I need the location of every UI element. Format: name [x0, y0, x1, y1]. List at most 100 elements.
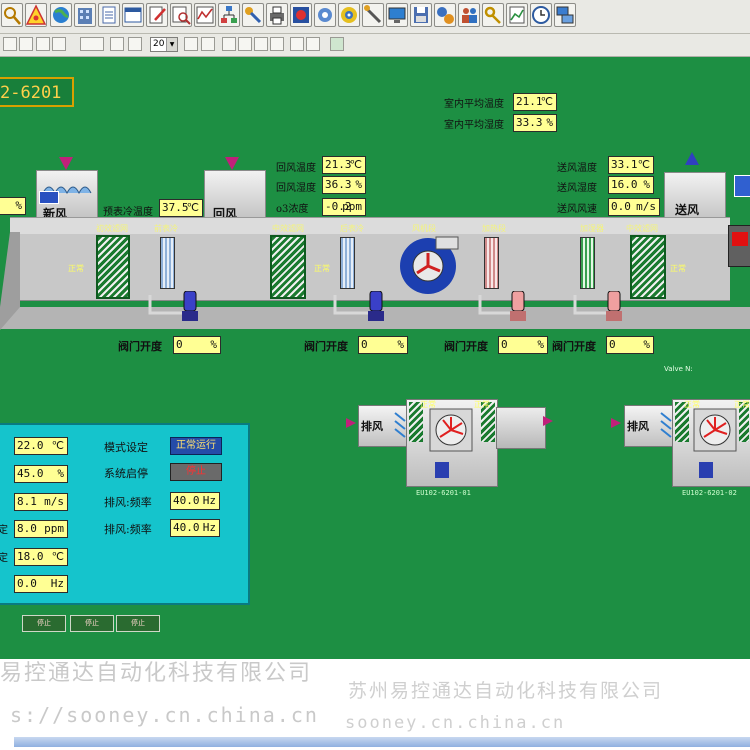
o3-value: -0.2 ppm	[322, 198, 366, 216]
supply-hum-label: 送风湿度	[557, 183, 597, 194]
print-icon[interactable]	[266, 3, 288, 27]
setpoint-value[interactable]: 18.0 ℃	[14, 548, 68, 566]
stop-button-2[interactable]: 停止	[70, 615, 114, 632]
mode-select[interactable]: 正常运行	[170, 437, 222, 455]
network-icon[interactable]	[218, 3, 240, 27]
stop-sign-icon[interactable]	[290, 3, 312, 27]
zoom-select[interactable]: 20 ▼	[150, 37, 178, 52]
wrench-link-icon[interactable]	[362, 3, 384, 27]
room-avg-hum-value: 33.3%	[513, 114, 557, 132]
blank-field[interactable]	[80, 37, 104, 51]
setpoint-value[interactable]: 45.0%	[14, 465, 68, 483]
zoom-report-icon[interactable]	[170, 3, 192, 27]
o3-label: o3浓度	[276, 204, 309, 215]
exhaust-freq-value[interactable]: 40.0 Hz	[170, 492, 220, 510]
setpoint-value[interactable]: 8.1 m/s	[14, 493, 68, 511]
system-start-stop-label: 系统启停	[104, 467, 148, 480]
building-icon[interactable]	[74, 3, 96, 27]
globe-icon[interactable]	[50, 3, 72, 27]
post-cooling-coil	[340, 237, 355, 289]
arrow-right-icon[interactable]	[52, 37, 66, 51]
search-icon[interactable]	[1, 3, 23, 27]
save-report-icon[interactable]	[410, 3, 432, 27]
damper-actuator	[39, 191, 59, 204]
window-icon[interactable]	[122, 3, 144, 27]
setpoint-value[interactable]: 22.0 ℃	[14, 437, 68, 455]
tools-icon[interactable]	[242, 3, 264, 27]
segment-label: 加湿器	[580, 224, 604, 233]
monitor-icon[interactable]	[386, 3, 408, 27]
medium-filter-2	[630, 235, 666, 299]
status-normal: 正常	[670, 264, 686, 273]
fresh-air-down-arrow-icon	[59, 157, 73, 170]
exhaust-unit-id: EU102-6201-01	[416, 489, 471, 497]
cropped-label: 定	[0, 525, 8, 536]
stop-button-3[interactable]: 停止	[116, 615, 160, 632]
segment-label: 中效滤网	[626, 224, 658, 233]
valve-actuator-icon	[182, 291, 198, 321]
disc-icon[interactable]	[338, 3, 360, 27]
arrow-left-icon[interactable]	[36, 37, 50, 51]
valve-opening-label: 阀门开度	[552, 340, 596, 353]
exhaust-unit-2-inlet: 排风	[624, 405, 676, 447]
chart-edit-icon[interactable]	[506, 3, 528, 27]
setpoint-value[interactable]: 0.0 Hz	[14, 575, 68, 593]
tool-a-icon[interactable]	[184, 37, 198, 51]
segment-label: 中效滤网	[272, 224, 304, 233]
valve-actuator-icon	[606, 291, 622, 321]
grid-icon[interactable]	[3, 37, 17, 51]
valve-actuator-icon	[368, 291, 384, 321]
layer-icon[interactable]	[306, 37, 320, 51]
key-icon[interactable]	[482, 3, 504, 27]
supply-hum-value: 16.0%	[608, 176, 654, 194]
valve-opening-label: 阀门开度	[444, 340, 488, 353]
distribute-icon[interactable]	[290, 37, 304, 51]
valve-opening-label: 阀门开度	[118, 340, 162, 353]
supply-air-up-arrow-icon	[685, 152, 699, 165]
pre-cooling-coil	[160, 237, 175, 289]
edit-report-icon[interactable]	[146, 3, 168, 27]
exhaust-freq-label: 排风:频率	[104, 496, 152, 509]
secondary-toolbar: 20 ▼	[0, 34, 750, 57]
left-partial-value: %	[0, 197, 26, 215]
valve-opening-value: 0%	[358, 336, 408, 354]
copy-icon[interactable]	[19, 37, 33, 51]
cropped-label: 定	[0, 553, 8, 564]
room-avg-hum-label: 室内平均湿度	[444, 120, 504, 131]
align-top-icon[interactable]	[270, 37, 284, 51]
stop-button-1[interactable]: 停止	[22, 615, 66, 632]
tool-b-icon[interactable]	[201, 37, 215, 51]
people-icon[interactable]	[458, 3, 480, 27]
computer-network-icon[interactable]	[554, 3, 576, 27]
exhaust-unit-1-body	[406, 399, 498, 487]
exhaust-freq-value[interactable]: 40.0 Hz	[170, 519, 220, 537]
duct-left-end	[0, 232, 20, 330]
gears-icon[interactable]	[434, 3, 456, 27]
return-air-down-arrow-icon	[225, 157, 239, 170]
valve-note: Valve N:	[664, 365, 693, 373]
room-avg-temp-value: 21.1 ℃	[513, 93, 557, 111]
alarm-triangle-icon[interactable]	[25, 3, 47, 27]
exhaust-fan-icon	[693, 408, 737, 452]
document-icon[interactable]	[98, 3, 120, 27]
mode-label: 模式设定	[104, 441, 148, 454]
align-left-icon[interactable]	[222, 37, 236, 51]
clock-icon[interactable]	[530, 3, 552, 27]
exhaust-unit-1-outlet	[496, 407, 546, 449]
status-normal: 正常	[314, 264, 330, 273]
hvac-process-panel: 2-6201 室内平均温度 21.1 ℃ 室内平均湿度 33.3% 回风温度 21…	[0, 57, 750, 659]
system-stop-button[interactable]: 停止	[170, 463, 222, 481]
trend-chart-icon[interactable]	[194, 3, 216, 27]
setpoint-value[interactable]: 8.0 ppm	[14, 520, 68, 538]
status-normal: 正常	[474, 400, 490, 409]
supply-air-label: 送风	[675, 203, 700, 217]
align-right-icon[interactable]	[254, 37, 268, 51]
humidifier	[580, 237, 595, 289]
align-center-icon[interactable]	[238, 37, 252, 51]
supply-speed-value: 0.0 m/s	[608, 198, 660, 216]
settings-gear-icon[interactable]	[314, 3, 336, 27]
font-icon[interactable]	[128, 37, 142, 51]
run-icon[interactable]	[330, 37, 344, 51]
precool-temp-value: 37.5 ℃	[159, 199, 203, 217]
pointer-icon[interactable]	[110, 37, 124, 51]
